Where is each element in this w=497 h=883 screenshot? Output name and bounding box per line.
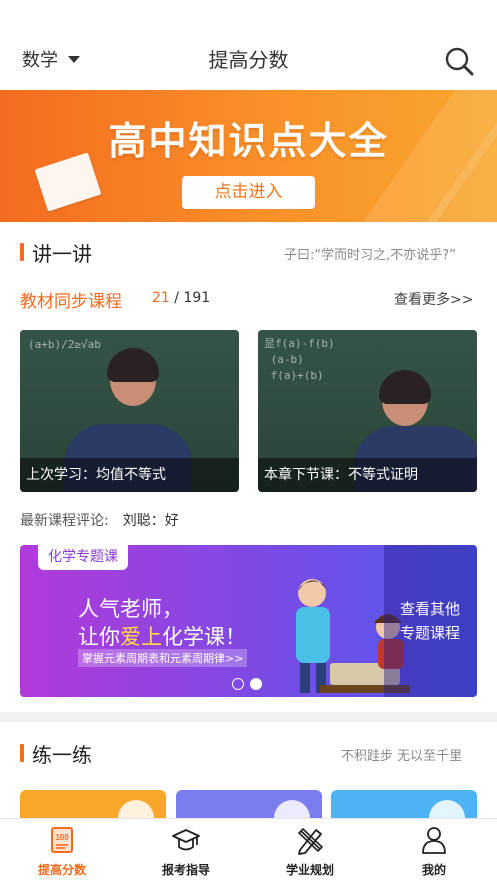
sync-total: / 191 <box>169 290 211 306</box>
pencil-ruler-icon <box>297 827 324 855</box>
practice-quote: 不积跬步 无以至千里 <box>341 749 463 764</box>
sync-course-count: 21 / 191 <box>152 290 210 306</box>
lecture-quote: 子曰:“学而时习之,不亦说乎?” <box>284 248 456 263</box>
practice-section-title: 练一练 <box>32 742 92 767</box>
top-header: 数学 提高分数 <box>0 0 497 90</box>
section-separator <box>0 712 497 722</box>
review-text: 刘聪：好 <box>122 513 179 529</box>
section-accent-bar <box>20 744 24 762</box>
tab-label: 我的 <box>421 863 446 877</box>
other-topics-link[interactable]: 查看其他专题课程 <box>397 597 463 645</box>
chalk-writing: 显f(a)-f(b) (a-b) f(a)+(b) <box>264 337 335 382</box>
chem-line2-pre: 让你 <box>78 625 120 649</box>
chem-line2-highlight: 爱上 <box>120 625 162 649</box>
tab-mine[interactable]: 我的 <box>372 819 496 883</box>
score-book-icon: 100 <box>51 827 73 853</box>
tab-study-plan[interactable]: 学业规划 <box>248 819 372 883</box>
review-label: 最新课程评论: <box>20 513 109 529</box>
tab-improve-score[interactable]: 100 提高分数 <box>0 819 124 883</box>
page-title: 提高分数 <box>208 48 289 72</box>
chem-tag: 化学专题课 <box>38 545 128 570</box>
person-icon <box>422 827 446 854</box>
section-accent-bar <box>20 243 24 261</box>
tab-exam-guide[interactable]: 报考指导 <box>124 819 248 883</box>
tab-label: 报考指导 <box>161 863 210 877</box>
tab-label: 学业规划 <box>285 863 334 877</box>
lecture-section-title: 讲一讲 <box>32 241 92 266</box>
chem-subtitle: 掌握元素周期表和元素周期律>> <box>78 649 248 667</box>
carousel-dots <box>232 678 262 690</box>
graduation-cap-icon <box>172 829 200 851</box>
chem-headline-2: 让你爱上化学课！ <box>78 621 246 651</box>
lecture-section-header: 讲一讲 <box>20 238 92 266</box>
enter-button[interactable]: 点击进入 <box>182 176 315 209</box>
tab-label: 提高分数 <box>37 863 86 877</box>
carousel-dot[interactable] <box>232 678 244 690</box>
view-more-link[interactable]: 查看更多>> <box>394 289 473 309</box>
video-caption: 本章下节课：不等式证明 <box>258 458 477 492</box>
carousel-dot-active[interactable] <box>250 678 262 690</box>
chalk-writing: (a+b)/2≥√ab <box>28 338 101 351</box>
banner-title: 高中知识点大全 <box>108 119 389 163</box>
video-caption: 上次学习：均值不等式 <box>20 458 239 492</box>
video-card-last-study[interactable]: (a+b)/2≥√ab 上次学习：均值不等式 <box>20 330 239 492</box>
sync-course-label: 教材同步课程 <box>20 292 122 312</box>
chem-headline-1: 人气老师， <box>78 597 183 621</box>
search-icon[interactable] <box>444 46 474 76</box>
bottom-tab-bar: 100 提高分数 报考指导 学业规划 我的 <box>0 818 497 883</box>
chem-line2-post: 化学课！ <box>162 625 246 649</box>
latest-review: 最新课程评论: 刘聪：好 <box>20 510 179 530</box>
chemistry-course-banner[interactable]: 化学专题课 人气老师， 让你爱上化学课！ 掌握元素周期表和元素周期律>> 查看其… <box>20 545 477 697</box>
svg-text:100: 100 <box>55 833 69 842</box>
sync-current: 21 <box>152 290 170 306</box>
knowledge-banner[interactable]: 高中知识点大全 点击进入 <box>0 90 497 222</box>
practice-section-header: 练一练 <box>20 739 92 767</box>
video-card-next-lesson[interactable]: 显f(a)-f(b) (a-b) f(a)+(b) 本章下节课：不等式证明 <box>258 330 477 492</box>
